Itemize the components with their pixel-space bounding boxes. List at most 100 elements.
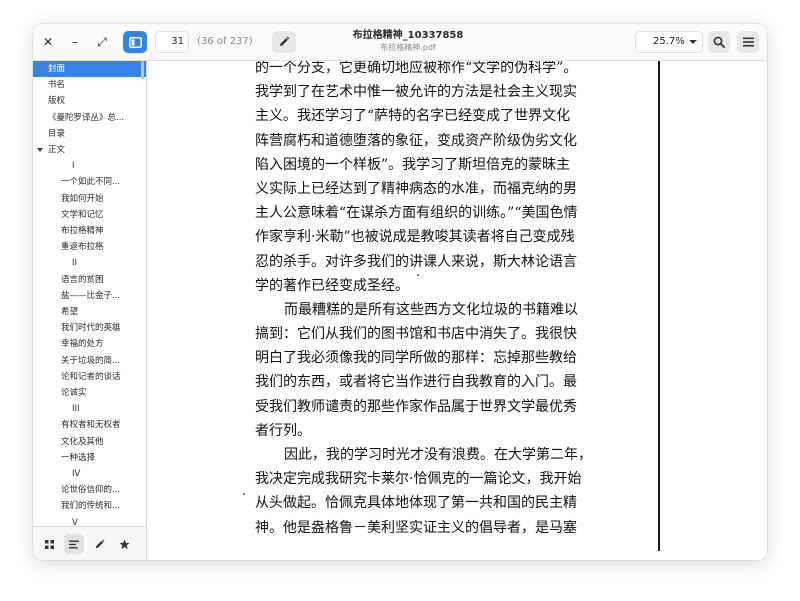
sidebar-item[interactable]: 重返布拉格 [33,239,146,255]
window-title: 布拉格精神_10337858 布拉格精神.pdf [313,29,503,53]
sidebar-item[interactable]: 语言的贫困 [33,272,146,288]
text-line: 我们的东西，或者将它当作进行自我教育的入门。最 [255,374,577,391]
sidebar-item-label: I [72,161,75,172]
sidebar-item-label: 书名 [48,80,66,91]
sidebar-item-label: 重返布拉格 [61,242,104,253]
close-icon[interactable]: ✕ [37,32,59,52]
sidebar-item-label: 论和记者的谈话 [61,371,121,382]
sidebar-item[interactable]: 书名 [33,77,146,93]
sidebar-item[interactable]: 盐——比金子... [33,288,146,304]
sidebar-item[interactable]: 论世俗信仰的... [33,482,146,498]
sidebar-item[interactable]: IV [33,466,146,482]
maximize-icon[interactable]: ⤢ [91,32,113,52]
sidebar-item-label: 希望 [61,307,79,317]
sidebar-item-label: IV [72,469,81,479]
tab-annotations[interactable] [89,534,109,554]
sidebar-item-label: 语言的贫困 [61,274,104,285]
sidebar-item[interactable]: 关于垃圾的简... [33,353,146,369]
sidebar-item[interactable]: 论诚实 [33,385,146,401]
main-menu-button[interactable] [737,31,759,53]
sidebar-item[interactable]: 正文 [33,142,146,158]
bookmarks-icon [118,538,130,549]
sidebar-toggle-button[interactable] [123,31,147,53]
tab-thumbnails[interactable] [39,534,59,554]
sidebar-item[interactable]: 封面 [33,61,146,77]
sidebar-footer [33,526,146,560]
hamburger-menu-icon [742,37,754,47]
sidebar-item[interactable]: 版权 [33,93,146,109]
sidebar-item-label: 关于垃圾的简... [61,355,121,366]
document-viewer-window: ✕ – ⤢ 31 (36 of 237) 布拉格精神_10337858 布拉格精… [33,24,767,560]
sidebar-item-label: 文化及其他 [61,436,104,447]
table-of-contents[interactable]: 封面书名版权《曼陀罗译丛》总... 目录正文 I 一个如此不同... 我如何开始文学和记… [33,61,146,526]
sidebar-item[interactable]: 有权者和无权者 [33,417,146,433]
sidebar-item[interactable]: 论和记者的谈话 [33,369,146,385]
text-line: 我学到了在艺术中惟一被允许的方法是社会主义现实 [255,84,577,101]
sidebar-item-label: 幸福的处方 [61,339,104,350]
text-line: 的一个分支，它更确切地应被称作“文学的伪科学”。 [255,61,578,76]
sidebar-item[interactable]: 文学和记忆 [33,207,146,223]
text-line: 神。他是盎格鲁－美利坚实证主义的倡导者，是马塞 [255,519,577,536]
sidebar-item[interactable]: 《曼陀罗译丛》总... [33,110,146,126]
sidebar-item-label: 论世俗信仰的... [61,485,121,496]
text-line: 搞到：它们从我们的图书馆和书店中消失了。我很快 [255,326,577,343]
sidebar-item-label: 正文 [48,145,66,155]
sidebar-item[interactable]: 文化及其他 [33,434,146,450]
page-count-label: (36 of 237) [197,36,253,47]
sidebar-item[interactable]: I [33,158,146,174]
text-line: 我决定完成我研究卡莱尔·恰佩克的一篇论文，我开始 [255,471,582,488]
sidebar-item[interactable]: 一个如此不同... [33,174,146,190]
text-line: 因此，我的学习时光才没有浪费。在大学第二年， [284,447,592,463]
chevron-down-icon [689,40,697,44]
sidebar-toggle-icon [128,36,142,48]
sidebar-item[interactable]: 我们的传统和... [33,498,146,514]
sidebar-item[interactable]: 目录 [33,126,146,142]
sidebar-item-label: 我们时代的英雄 [61,323,121,334]
sidebar-item[interactable]: 布拉格精神 [33,223,146,239]
text-line: 主义。我还学习了“萨特的名字已经变成了世界文化 [255,108,571,125]
sidebar-item-label: 布拉格精神 [61,226,104,236]
headerbar: ✕ – ⤢ 31 (36 of 237) 布拉格精神_10337858 布拉格精… [33,24,767,61]
pencil-icon [280,36,290,46]
tab-bookmarks[interactable] [114,534,134,554]
sidebar-item[interactable]: III [33,401,146,417]
zoom-dropdown[interactable]: 25.7% [635,31,703,53]
thumbnails-icon [44,539,54,549]
sidebar-item-label: 论诚实 [61,388,87,398]
sidebar-item-label: 盐——比金子... [61,290,121,301]
document-filename: 布拉格精神.pdf [380,43,436,52]
minimize-icon[interactable]: – [64,32,86,52]
annotate-button[interactable] [272,31,296,53]
sidebar-item[interactable]: II [33,255,146,271]
chevron-down-icon[interactable] [37,148,43,152]
sidebar-item-label: 《曼陀罗译丛》总... [48,112,125,123]
page-number-input[interactable]: 31 [155,31,189,53]
text-line: 明白了我必须像我的同学所做的那样：忘掉那些教给 [255,350,577,367]
sidebar-item-label: 封面 [48,64,66,74]
sidebar-item[interactable]: 一种选择 [33,450,146,466]
text-line: 阵营腐朽和道德堕落的象征，变成资产阶级伪劣文化 [255,132,577,149]
text-line: 受我们教师谴责的那些作家作品属于世界文学最优秀 [255,398,577,415]
sidebar: 封面书名版权《曼陀罗译丛》总... 目录正文 I 一个如此不同... 我如何开始文学和记… [33,61,147,560]
sidebar-item[interactable]: 幸福的处方 [33,336,146,352]
page-content: 的一个分支，它更确切地应被称作“文学的伪科学”。 我学到了在艺术中惟一被允许的方法… [255,61,655,540]
search-button[interactable] [708,31,730,53]
page-edge-line [658,61,660,551]
sidebar-item-label: 我们的传统和... [61,501,121,512]
search-icon [713,36,725,48]
zoom-level: 25.7% [653,36,685,47]
sidebar-scrollbar[interactable] [141,61,144,79]
sidebar-item[interactable]: 希望 [33,304,146,320]
tab-outline[interactable] [64,534,84,554]
annotations-icon [95,539,104,548]
text-line: 而最糟糕的是所有这些西方文化垃圾的书籍难以 [284,301,578,318]
outline-icon [69,540,79,548]
sidebar-item[interactable]: 我如何开始 [33,191,146,207]
sidebar-item[interactable]: 我们时代的英雄 [33,320,146,336]
sidebar-item-label: II [72,258,78,269]
text-line: 主人公意味着“在谋杀方面有组织的训练。”“美国色情 [255,205,578,222]
sidebar-item-label: 有权者和无权者 [61,420,121,431]
document-view[interactable]: 的一个分支，它更确切地应被称作“文学的伪科学”。 我学到了在艺术中惟一被允许的方法… [147,61,767,560]
sidebar-item[interactable]: V [33,515,146,526]
sidebar-item-label: 我如何开始 [61,193,104,204]
